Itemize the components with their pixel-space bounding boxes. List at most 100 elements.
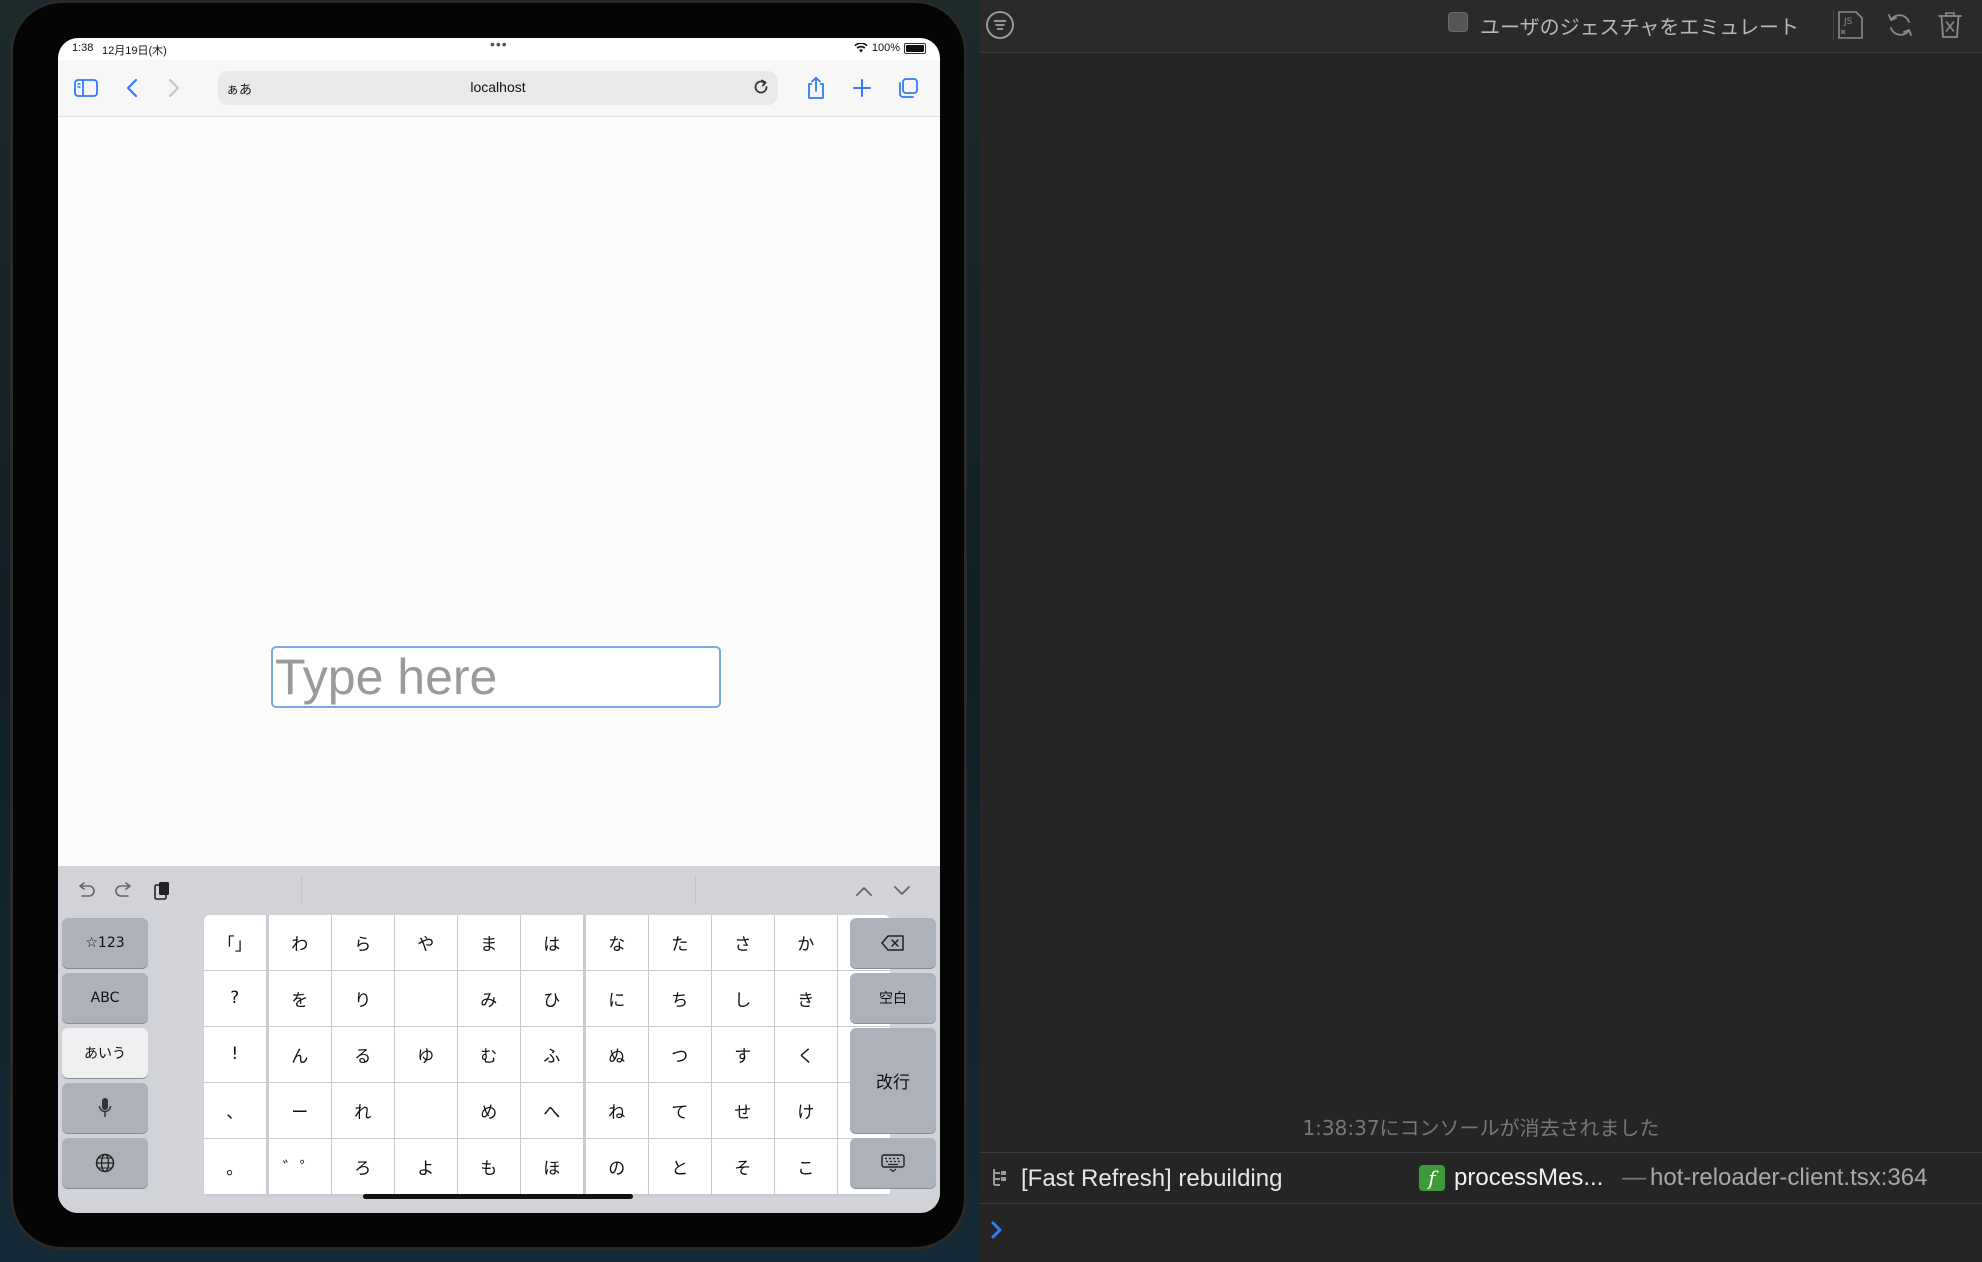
kana-key[interactable]: ほ — [521, 1139, 583, 1194]
kana-key[interactable]: も — [458, 1139, 520, 1194]
filter-icon[interactable] — [984, 9, 1016, 46]
clear-console-icon[interactable] — [1934, 9, 1966, 41]
address-bar[interactable]: ぁあ localhost — [218, 71, 778, 105]
space-key[interactable]: 空白 — [850, 973, 936, 1023]
undo-icon[interactable] — [74, 879, 98, 903]
kana-key[interactable]: に — [586, 971, 648, 1026]
call-site-function[interactable]: processMes... — [1454, 1164, 1603, 1192]
kana-key[interactable]: さ — [712, 915, 774, 970]
url-text[interactable]: localhost — [218, 79, 778, 95]
numbers-symbols-key[interactable]: ☆123 — [62, 918, 148, 968]
globe-icon — [95, 1153, 115, 1173]
kana-key[interactable]: ! — [204, 1027, 266, 1082]
new-tab-icon[interactable] — [848, 74, 876, 102]
reload-icon[interactable] — [752, 78, 770, 101]
battery-icon — [904, 42, 926, 54]
microphone-icon — [98, 1098, 112, 1117]
sidebar-icon[interactable] — [72, 74, 100, 102]
kana-key[interactable]: つ — [649, 1027, 711, 1082]
emulate-gestures-label[interactable]: ユーザのジェスチャをエミュレート — [1480, 11, 1799, 40]
kana-key[interactable]: 、 — [204, 1083, 266, 1138]
console-prompt[interactable] — [980, 1203, 1982, 1262]
delete-key[interactable] — [850, 918, 936, 968]
source-location-link[interactable]: hot-reloader-client.tsx:364 — [1650, 1164, 1927, 1192]
kana-key[interactable]: む — [458, 1027, 520, 1082]
toolbar-divider — [301, 876, 302, 904]
kana-key[interactable]: ら — [332, 915, 394, 970]
kana-key[interactable]: わ — [269, 915, 331, 970]
status-time: 1:38 — [72, 42, 94, 54]
kana-key[interactable]: な — [586, 915, 648, 970]
kana-key[interactable]: の — [586, 1139, 648, 1194]
kana-key[interactable]: へ — [521, 1083, 583, 1138]
kana-key[interactable]: ち — [649, 971, 711, 1026]
abc-key[interactable]: ABC — [62, 973, 148, 1023]
dismiss-keyboard-key[interactable] — [850, 1138, 936, 1188]
paste-icon[interactable] — [150, 879, 174, 903]
javascript-snippet-icon[interactable]: JS — [1834, 9, 1866, 41]
kana-key[interactable]: か — [775, 915, 837, 970]
globe-key[interactable] — [62, 1138, 148, 1188]
status-bar: 1:38 12月19日(木) ••• 100% — [58, 38, 940, 60]
console-messages-area — [980, 53, 1982, 1153]
previous-field-icon[interactable] — [852, 879, 876, 903]
kana-key[interactable]: と — [649, 1139, 711, 1194]
kana-key[interactable]: や — [395, 915, 457, 970]
kana-key[interactable]: ふ — [521, 1027, 583, 1082]
kana-key[interactable]: し — [712, 971, 774, 1026]
kana-key[interactable]: ね — [586, 1083, 648, 1138]
kana-key[interactable]: よ — [395, 1139, 457, 1194]
kana-key[interactable]: ろ — [332, 1139, 394, 1194]
kana-key[interactable]: ひ — [521, 971, 583, 1026]
function-badge-icon: f — [1419, 1165, 1445, 1191]
type-here-input[interactable] — [271, 646, 721, 708]
japanese-kana-keyboard: ☆123 ABC あいう 「」わらやまはなたさかあ?をりみひにちしきい!んるゆむ… — [58, 866, 940, 1213]
kana-key[interactable]: ま — [458, 915, 520, 970]
kana-key[interactable]: 。 — [204, 1139, 266, 1194]
next-field-icon[interactable] — [890, 879, 914, 903]
console-cleared-message: 1:38:37にコンソールが消去されました — [1302, 1116, 1660, 1140]
console-log-entry[interactable]: [Fast Refresh] rebuilding f processMes..… — [980, 1152, 1982, 1204]
kana-key[interactable]: め — [458, 1083, 520, 1138]
kana-grid: 「」わらやまはなたさかあ?をりみひにちしきい!んるゆむふぬつすくう、ーれめへねて… — [204, 915, 890, 1197]
kana-key[interactable]: ? — [204, 971, 266, 1026]
dictation-key[interactable] — [62, 1083, 148, 1133]
kana-key[interactable]: こ — [775, 1139, 837, 1194]
kana-mode-key[interactable]: あいう — [62, 1028, 148, 1078]
kana-key[interactable]: き — [775, 971, 837, 1026]
share-icon[interactable] — [802, 74, 830, 102]
multitasking-dots[interactable]: ••• — [490, 38, 508, 52]
kana-key[interactable]: り — [332, 971, 394, 1026]
wifi-icon — [854, 43, 868, 53]
emulate-gestures-checkbox[interactable] — [1448, 12, 1468, 32]
kana-key[interactable]: る — [332, 1027, 394, 1082]
forward-icon[interactable] — [160, 74, 188, 102]
kana-key[interactable]: て — [649, 1083, 711, 1138]
web-content — [58, 117, 940, 867]
refresh-icon[interactable] — [1884, 9, 1916, 41]
kana-key[interactable]: す — [712, 1027, 774, 1082]
kana-key[interactable]: ん — [269, 1027, 331, 1082]
backspace-icon — [881, 935, 904, 951]
kana-key[interactable]: ゆ — [395, 1027, 457, 1082]
back-icon[interactable] — [118, 74, 146, 102]
return-key[interactable]: 改行 — [850, 1028, 936, 1133]
kana-key-blank — [395, 1083, 457, 1138]
kana-key[interactable]: は — [521, 915, 583, 970]
kana-key[interactable]: た — [649, 915, 711, 970]
kana-key[interactable]: 「」 — [204, 915, 266, 970]
kana-key[interactable]: せ — [712, 1083, 774, 1138]
tabs-overview-icon[interactable] — [894, 74, 922, 102]
redo-icon[interactable] — [112, 879, 136, 903]
kana-key[interactable]: ー — [269, 1083, 331, 1138]
kana-key[interactable]: ゛゜ — [269, 1139, 331, 1194]
kana-key[interactable]: ぬ — [586, 1027, 648, 1082]
console-header: ユーザのジェスチャをエミュレート JS — [980, 0, 1982, 53]
ipad-screen: 1:38 12月19日(木) ••• 100% ぁあ localhost Typ… — [58, 38, 940, 1213]
kana-key[interactable]: く — [775, 1027, 837, 1082]
kana-key[interactable]: け — [775, 1083, 837, 1138]
kana-key[interactable]: を — [269, 971, 331, 1026]
kana-key[interactable]: そ — [712, 1139, 774, 1194]
kana-key[interactable]: れ — [332, 1083, 394, 1138]
kana-key[interactable]: み — [458, 971, 520, 1026]
